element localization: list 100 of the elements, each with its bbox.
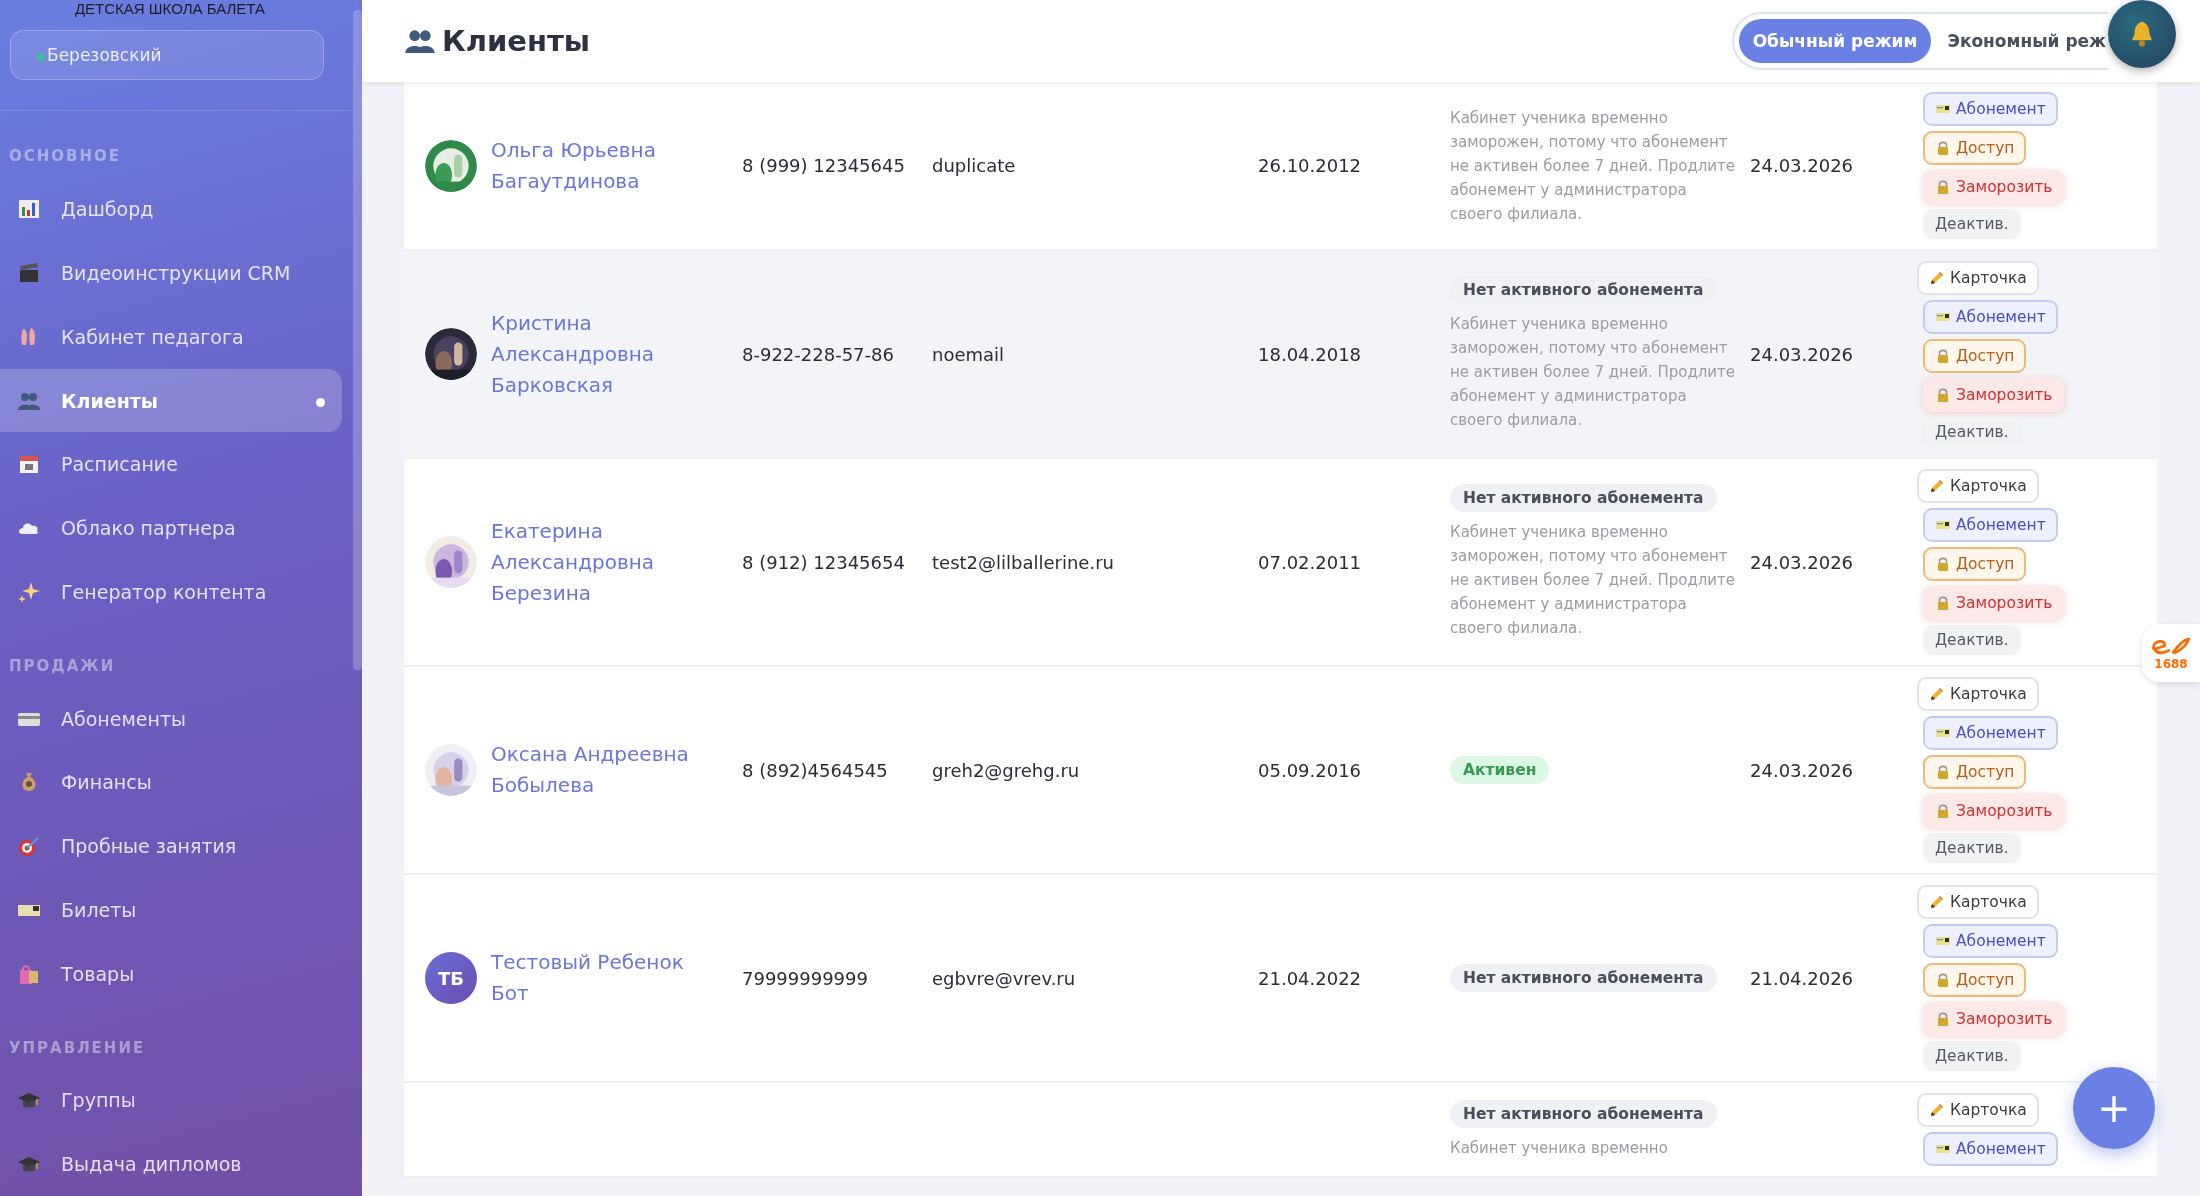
freeze-button[interactable]: Заморозить [1923,378,2065,412]
access-button[interactable]: Доступ [1923,755,2027,789]
pencil-icon [1929,270,1945,286]
email-text: duplicate [932,155,1016,176]
section-title: ПРОДАЖИ [9,656,117,675]
page-title: Клиенты [442,24,590,58]
sidebar-item[interactable]: Пробные занятия [0,814,342,878]
lock-icon [1935,1011,1951,1027]
subscription-button[interactable]: Абонемент [1923,924,2058,958]
client-name-link[interactable]: Ольга Юрьевна Багаутдинова [491,134,691,197]
card-button[interactable]: Карточка [1917,677,2039,711]
date-text: 24.03.2026 [1750,155,1854,176]
birthdate-text: 07.02.2011 [1258,551,1362,573]
deactivate-button[interactable]: Деактив. [1923,1041,2021,1071]
status-description: Кабинет ученика временно заморожен, потому что абонемент не активен более 7 дней. Продлите абонемент у администратора своего филиала. [1450,522,1737,639]
freeze-button[interactable]: Заморозить [1923,1002,2065,1036]
freeze-button[interactable]: Заморозить [1923,794,2065,828]
access-button[interactable]: Доступ [1923,547,2027,581]
sidebar-item[interactable]: Расписание [0,432,342,497]
date-text: 24.03.2026 [1750,759,1854,781]
subscription-button[interactable]: Абонемент [1923,716,2058,750]
sidebar-item[interactable]: Билеты [0,878,342,942]
lock-icon [1935,387,1951,403]
lock-icon [1935,348,1951,364]
card-button[interactable]: Карточка [1917,261,2039,295]
pencil-icon [1929,478,1945,494]
sidebar-item[interactable]: Товары [0,941,342,1006]
status-description: Кабинет ученика временно заморожен, потому что абонемент не активен более 7 дней. Продлите абонемент у администратора своего филиала. [1450,107,1737,225]
lock-icon [1935,140,1951,156]
pencil-icon [1929,894,1945,910]
deactivate-button[interactable]: Деактив. [1923,833,2021,863]
email-text: noemail [932,343,1005,365]
sidebar-item[interactable]: Выдача дипломов [0,1132,342,1196]
sidebar-item[interactable]: Клиенты [0,368,342,433]
phone-text: 8 (999) 12345645 [742,155,905,176]
sidebar-item[interactable]: Облако партнера [0,496,342,560]
deactivate-button[interactable]: Деактив. [1923,209,2021,239]
phone-text: 79999999999 [742,967,868,989]
email-text: test2@lilballerine.ru [932,551,1114,573]
lock-icon [1935,595,1951,611]
subscription-button[interactable]: Абонемент [1923,300,2058,334]
sidebar-item[interactable]: Генератор контента [0,559,342,624]
active-indicator-icon [316,397,325,407]
clapper-icon [17,261,41,285]
swirl-icon [2149,635,2193,657]
status-description: Кабинет ученика временно заморожен, потому что абонемент не активен более 7 дней. Продлите абонемент у администратора своего филиала. [1450,314,1737,431]
card-button[interactable]: Карточка [1917,885,2039,919]
lock-icon [1935,972,1951,988]
phone-text: 8-922-228-57-86 [742,343,894,365]
client-name-link[interactable]: Тестовый Ребенок Бот [491,947,691,1009]
access-button[interactable]: Доступ [1923,339,2027,373]
date-text: 24.03.2026 [1750,551,1854,573]
status-badge: Нет активного абонемента [1450,1099,1717,1128]
sidebar-item[interactable]: Группы [0,1068,342,1133]
deactivate-button[interactable]: Деактив. [1923,625,2021,655]
phone-text: 8 (892)4564545 [742,759,888,781]
school-name: ДЕТСКАЯ ШКОЛА БАЛЕТА [73,0,267,18]
subscription-button[interactable]: Абонемент [1923,92,2058,126]
target-icon [17,834,41,859]
sidebar-item[interactable]: Дашборд [0,177,342,242]
branch-selector[interactable]: Березовский [10,30,324,81]
date-text: 21.04.2026 [1750,967,1854,989]
card-button[interactable]: Карточка [1917,469,2039,503]
birthdate-text: 05.09.2016 [1258,759,1362,781]
notifications-button[interactable] [2108,0,2176,68]
mode-tab[interactable]: Экономный реж [1933,19,2108,63]
birthdate-text: 21.04.2022 [1258,967,1362,989]
mode-tab[interactable]: Обычный режим [1738,19,1932,63]
widget-button[interactable]: 1688 [2142,624,2200,682]
email-text: greh2@grehg.ru [932,759,1080,781]
status-badge: Активен [1450,756,1550,784]
status-badge: Нет активного абонемента [1450,964,1717,992]
access-button[interactable]: Доступ [1923,963,2027,997]
status-description: Кабинет ученика временно [1450,1137,1669,1159]
birthdate-text: 26.10.2012 [1258,155,1362,176]
sidebar-item[interactable]: Абонементы [0,686,342,751]
subscription-button[interactable]: Абонемент [1923,1132,2058,1166]
access-button[interactable]: Доступ [1923,131,2027,165]
status-badge: Нет активного абонемента [1450,484,1717,512]
subscription-button[interactable]: Абонемент [1923,508,2058,542]
client-name-link[interactable]: Екатерина Александровна Березина [491,515,691,609]
sidebar-item[interactable]: Финансы [0,750,342,815]
avatar: ТБ [425,952,477,1004]
lock-icon [1935,803,1951,819]
lock-icon [1935,179,1951,195]
date-text: 24.03.2026 [1750,343,1854,365]
card-button[interactable]: Карточка [1917,1093,2039,1127]
pencil-icon [1929,1102,1945,1118]
lock-icon [1935,556,1951,572]
section-title: ОСНОВНОЕ [9,147,123,166]
lock-icon [1935,764,1951,780]
client-name-link[interactable]: Оксана Андреевна Бобылева [491,739,691,801]
phone-text: 8 (912) 12345654 [742,551,905,573]
sidebar-item[interactable]: Видеоинструкции CRM [0,241,342,305]
birthdate-text: 18.04.2018 [1258,343,1362,365]
client-name-link[interactable]: Кристина Александровна Барковская [491,307,691,401]
scrollbar[interactable] [353,10,362,670]
freeze-button[interactable]: Заморозить [1923,170,2065,204]
sidebar-item[interactable]: Кабинет педагога [0,304,342,369]
freeze-button[interactable]: Заморозить [1923,586,2065,620]
